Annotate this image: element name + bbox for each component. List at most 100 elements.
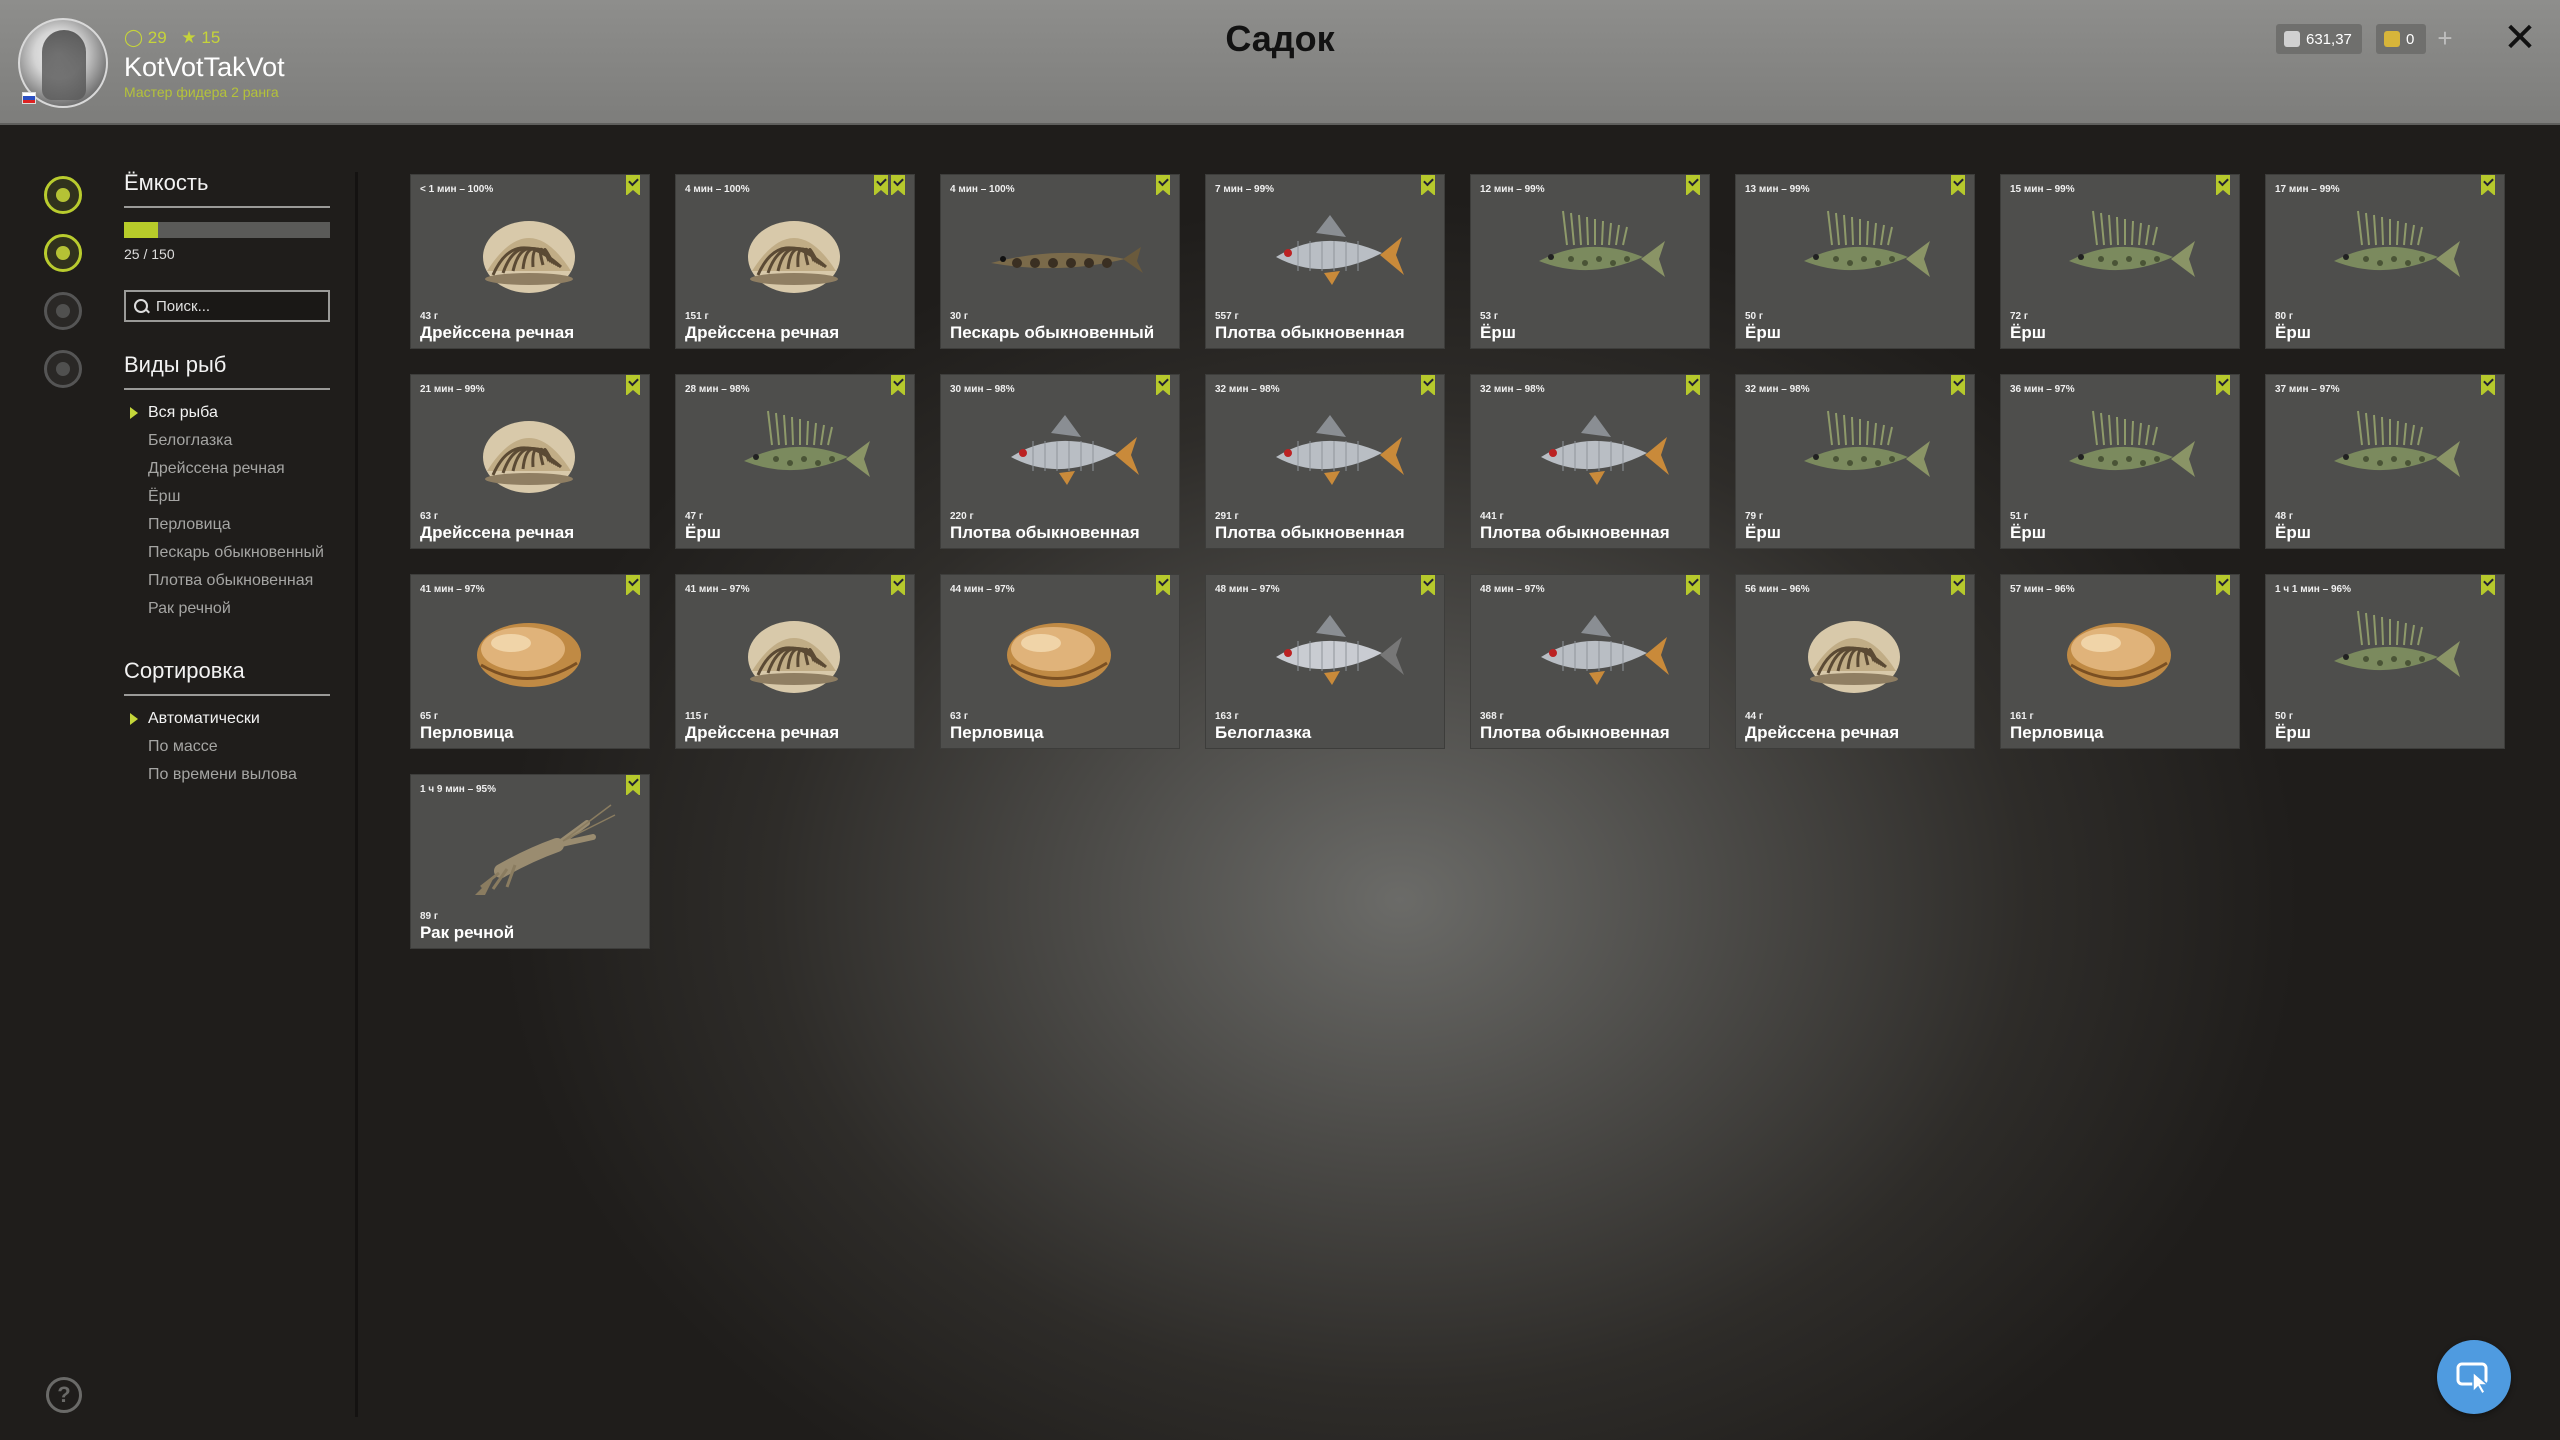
bookmark-check-icon[interactable]	[2216, 575, 2230, 596]
page-title: Садок	[1225, 18, 1335, 59]
bookmark-check-icon[interactable]	[2481, 375, 2495, 396]
add-currency-button[interactable]: +	[2432, 24, 2458, 54]
catch-name: Перловица	[2010, 723, 2104, 742]
bookmark-check-icon[interactable]	[626, 775, 640, 796]
search-box[interactable]	[124, 290, 330, 322]
catch-card[interactable]: 1 ч 1 мин – 96% 50 г Ёрш	[2265, 574, 2505, 749]
bookmark-check-icon[interactable]	[2216, 175, 2230, 196]
bookmark-check-icon[interactable]	[626, 375, 640, 396]
species-filter-item[interactable]: Перловица	[124, 516, 330, 534]
capacity-title: Ёмкость	[124, 170, 330, 208]
species-filter-item[interactable]: Рак речной	[124, 600, 330, 618]
bookmark-check-icon[interactable]	[1951, 375, 1965, 396]
catch-weight: 65 г	[420, 711, 439, 722]
bookmark-check-icon[interactable]	[1951, 575, 1965, 596]
catch-time: 56 мин – 96%	[1745, 584, 1810, 595]
species-filter-item[interactable]: Плотва обыкновенная	[124, 572, 330, 590]
catch-name: Ёрш	[2275, 723, 2311, 742]
bookmark-check-icon[interactable]	[1156, 575, 1170, 596]
bookmark-check-icon[interactable]	[891, 575, 905, 596]
sort-options-list: Автоматически По массе По времени вылова	[124, 710, 330, 784]
capacity-value: 25 / 150	[124, 246, 175, 262]
species-filter-item[interactable]: Ёрш	[124, 488, 330, 506]
catch-name: Ёрш	[685, 523, 721, 542]
bookmark-check-icon[interactable]	[1156, 375, 1170, 396]
country-flag-icon	[22, 92, 36, 104]
catch-card[interactable]: 48 мин – 97% 163 г Белоглазка	[1205, 574, 1445, 749]
catch-card[interactable]: < 1 мин – 100% 43 г Дрейссена речная	[410, 174, 650, 349]
catch-weight: 72 г	[2010, 311, 2029, 322]
bucket-icon[interactable]	[44, 234, 82, 272]
catch-name: Ёрш	[2010, 523, 2046, 542]
bookmark-check-icon[interactable]	[1686, 575, 1700, 596]
catch-weight: 291 г	[1215, 511, 1239, 522]
catch-card[interactable]: 4 мин – 100% 151 г Дрейссена речная	[675, 174, 915, 349]
catch-card[interactable]: 37 мин – 97% 48 г Ёрш	[2265, 374, 2505, 549]
catch-card[interactable]: 48 мин – 97% 368 г Плотва обыкновенная	[1470, 574, 1710, 749]
bookmark-check-icon[interactable]	[891, 175, 905, 196]
bookmark-check-icon[interactable]	[626, 575, 640, 596]
catch-card[interactable]: 32 мин – 98% 291 г Плотва обыкновенная	[1205, 374, 1445, 549]
sort-option-item[interactable]: По массе	[124, 738, 330, 756]
catch-card[interactable]: 12 мин – 99% 53 г Ёрш	[1470, 174, 1710, 349]
bookmark-check-icon[interactable]	[2481, 175, 2495, 196]
catch-name: Плотва обыкновенная	[1480, 723, 1670, 742]
catch-card[interactable]: 36 мин – 97% 51 г Ёрш	[2000, 374, 2240, 549]
catch-card[interactable]: 57 мин – 96% 161 г Перловица	[2000, 574, 2240, 749]
catch-card[interactable]: 32 мин – 98% 441 г Плотва обыкновенная	[1470, 374, 1710, 549]
bookmark-check-icon[interactable]	[874, 175, 888, 196]
catch-time: 12 мин – 99%	[1480, 184, 1545, 195]
cursor-mode-button[interactable]	[2437, 1340, 2511, 1414]
catch-card[interactable]: 13 мин – 99% 50 г Ёрш	[1735, 174, 1975, 349]
storage-icon[interactable]	[44, 350, 82, 388]
bookmark-check-icon[interactable]	[1951, 175, 1965, 196]
catch-card[interactable]: 17 мин – 99% 80 г Ёрш	[2265, 174, 2505, 349]
bookmark-check-icon[interactable]	[1686, 175, 1700, 196]
catch-time: 57 мин – 96%	[2010, 584, 2075, 595]
close-button[interactable]: ✕	[2502, 18, 2538, 58]
bookmark-check-icon[interactable]	[1686, 375, 1700, 396]
catch-card[interactable]: 21 мин – 99% 63 г Дрейссена речная	[410, 374, 650, 549]
catch-card[interactable]: 15 мин – 99% 72 г Ёрш	[2000, 174, 2240, 349]
bookmark-check-icon[interactable]	[891, 375, 905, 396]
sort-option-item[interactable]: По времени вылова	[124, 766, 330, 784]
catch-card[interactable]: 28 мин – 98% 47 г Ёрш	[675, 374, 915, 549]
catch-card[interactable]: 41 мин – 97% 65 г Перловица	[410, 574, 650, 749]
search-icon	[134, 299, 148, 313]
bookmark-check-icon[interactable]	[1421, 575, 1435, 596]
catch-card[interactable]: 44 мин – 97% 63 г Перловица	[940, 574, 1180, 749]
catch-card[interactable]: 32 мин – 98% 79 г Ёрш	[1735, 374, 1975, 549]
catch-weight: 44 г	[1745, 711, 1764, 722]
bookmark-check-icon[interactable]	[2481, 575, 2495, 596]
sort-title: Сортировка	[124, 658, 330, 696]
bookmark-check-icon[interactable]	[2216, 375, 2230, 396]
species-filter-item[interactable]: Дрейссена речная	[124, 460, 330, 478]
catch-weight: 63 г	[950, 711, 969, 722]
species-filter-item[interactable]: Вся рыба	[124, 404, 330, 422]
help-icon[interactable]: ?	[46, 1377, 82, 1413]
catch-name: Ёрш	[2010, 323, 2046, 342]
catch-card[interactable]: 7 мин – 99% 557 г Плотва обыкновенная	[1205, 174, 1445, 349]
catch-card[interactable]: 41 мин – 97% 115 г Дрейссена речная	[675, 574, 915, 749]
catch-name: Перловица	[420, 723, 514, 742]
search-input[interactable]	[154, 296, 318, 316]
fish-keepnet-icon[interactable]	[44, 176, 82, 214]
bookmark-check-icon[interactable]	[1421, 175, 1435, 196]
bookmark-check-icon[interactable]	[1421, 375, 1435, 396]
catch-card[interactable]: 30 мин – 98% 220 г Плотва обыкновенная	[940, 374, 1180, 549]
catch-time: 15 мин – 99%	[2010, 184, 2075, 195]
species-filter-item[interactable]: Пескарь обыкновенный	[124, 544, 330, 562]
species-filter-list: Вся рыба Белоглазка Дрейссена речная Ёрш Пер…	[124, 404, 330, 618]
catch-weight: 220 г	[950, 511, 974, 522]
bookmark-check-icon[interactable]	[1156, 175, 1170, 196]
bookmark-check-icon[interactable]	[626, 175, 640, 196]
catch-card[interactable]: 1 ч 9 мин – 95% 89 г Рак речной	[410, 774, 650, 949]
catch-weight: 441 г	[1480, 511, 1504, 522]
catch-time: < 1 мин – 100%	[420, 184, 494, 195]
catch-card[interactable]: 4 мин – 100% 30 г Пескарь обыкновенный	[940, 174, 1180, 349]
sort-option-item[interactable]: Автоматически	[124, 710, 330, 728]
species-filter-item[interactable]: Белоглазка	[124, 432, 330, 450]
cooler-icon[interactable]	[44, 292, 82, 330]
capacity-fill	[124, 222, 159, 238]
catch-card[interactable]: 56 мин – 96% 44 г Дрейссена речная	[1735, 574, 1975, 749]
